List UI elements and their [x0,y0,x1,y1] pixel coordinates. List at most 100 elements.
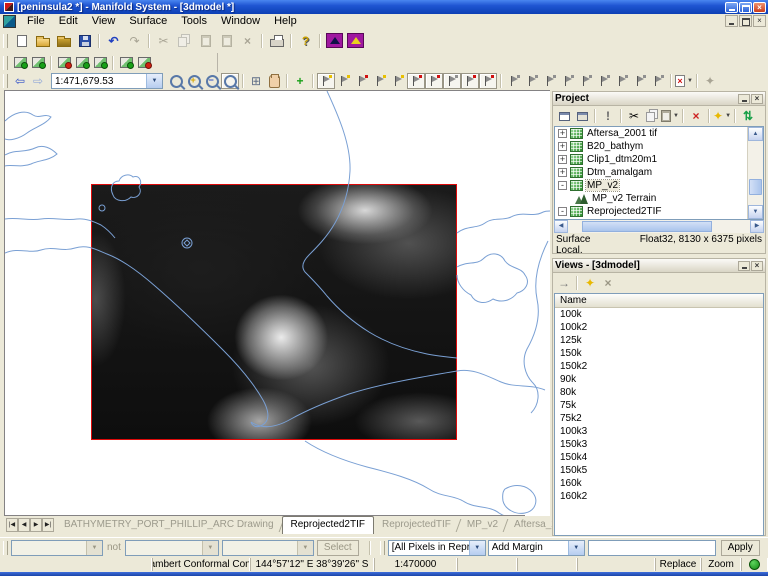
pan-button[interactable] [265,73,283,89]
project-paste-button[interactable]: ▼ [661,108,679,124]
menu-tools[interactable]: Tools [174,15,214,27]
menu-help[interactable]: Help [267,15,304,27]
view-row-75k[interactable]: 75k [555,399,763,412]
terrain-view-button[interactable] [324,31,345,50]
view-row-90k[interactable]: 90k [555,373,763,386]
view-row-125k[interactable]: 125k [555,334,763,347]
view-row-150k4[interactable]: 150k4 [555,451,763,464]
scroll-right-icon[interactable]: ▶ [750,220,764,233]
mdi-minimize-button[interactable] [725,15,738,27]
view-row-100k3[interactable]: 100k3 [555,425,763,438]
flag-tool-17-button[interactable] [613,73,631,89]
tree-item-reprojected2tif[interactable]: - Reprojected2TIF [555,205,747,218]
project-copy-button[interactable] [643,108,661,124]
project-tree-vertical-scrollbar[interactable]: ▲ ▼ [747,127,763,219]
model-view-button[interactable] [345,31,366,50]
flag-tool-8-button[interactable] [443,73,461,89]
flag-tool-19-button[interactable] [649,73,667,89]
project-tree-horizontal-scrollbar[interactable]: ◀ ▶ [554,220,764,233]
paste-special-button[interactable] [216,31,237,50]
chevron-down-icon[interactable]: ▼ [687,78,693,84]
scrollbar-thumb[interactable] [749,179,762,195]
surface-tool-6-button[interactable] [117,55,135,71]
menu-view[interactable]: View [85,15,123,27]
zoom-extents-button[interactable]: ⊞ [247,73,265,89]
menu-window[interactable]: Window [214,15,267,27]
undo-button[interactable]: ↶ [103,31,124,50]
scroll-down-icon[interactable]: ▼ [748,205,763,219]
flag-tool-6-button[interactable] [407,73,425,89]
view-row-100k[interactable]: 100k [555,308,763,321]
surface-tool-4-button[interactable] [73,55,91,71]
project-refresh-button[interactable]: ⇅ [739,108,757,124]
first-tab-button[interactable]: |◀ [6,518,18,532]
view-row-150k5[interactable]: 150k5 [555,464,763,477]
print-button[interactable] [266,31,287,50]
tree-item-dtm-amalgam[interactable]: + Dtm_amalgam [555,166,747,179]
scope-combo[interactable]: [All Pixels in Reprojected2 ▼ [388,540,486,556]
properties-button[interactable]: ! [599,108,617,124]
chevron-down-icon[interactable]: ▼ [568,541,584,555]
flag-tool-18-button[interactable] [631,73,649,89]
flag-tool-15-button[interactable] [577,73,595,89]
import-button[interactable] [53,31,74,50]
flag-tool-3-button[interactable] [353,73,371,89]
surface-tool-3-button[interactable] [55,55,73,71]
mdi-restore-button[interactable] [739,15,752,27]
parameter-input[interactable] [588,540,716,556]
zoom-tool-button[interactable] [167,73,185,89]
project-minimize-button[interactable] [738,94,750,104]
close-button[interactable]: × [753,2,766,13]
forward-button[interactable]: ⇨ [29,73,47,89]
expander-icon[interactable]: + [558,129,567,138]
view-row-150k[interactable]: 150k [555,347,763,360]
mdi-close-button[interactable]: × [753,15,766,27]
tree-item-b20-bathym[interactable]: + B20_bathym [555,140,747,153]
flag-tool-16-button[interactable] [595,73,613,89]
project-panel-title-bar[interactable]: Project × [553,92,765,106]
apply-button[interactable]: Apply [721,540,760,556]
surface-tool-2-button[interactable] [29,55,47,71]
flag-tool-11-button[interactable] [505,73,523,89]
expander-icon[interactable]: + [558,155,567,164]
expander-icon[interactable]: - [558,207,567,216]
tree-item-aftersa-2001tif[interactable]: + Aftersa_2001 tif [555,127,747,140]
close-component-button[interactable] [573,108,591,124]
tree-item-mp-v2-terrain[interactable]: MP_v2 Terrain [555,192,747,205]
menu-surface[interactable]: Surface [122,15,174,27]
project-create-button[interactable]: ✦▼ [713,108,731,124]
view-row-150k3[interactable]: 150k3 [555,438,763,451]
zoom-box-button[interactable] [221,73,239,89]
views-panel-title-bar[interactable]: Views - [3dmodel] × [553,259,765,273]
scroll-up-icon[interactable]: ▲ [748,127,763,141]
flag-tool-9-button[interactable] [461,73,479,89]
project-cut-button[interactable]: ✂ [625,108,643,124]
tab-reprojectedtif[interactable]: ReprojectedTIF [374,516,459,534]
flag-tool-5-button[interactable] [389,73,407,89]
chevron-down-icon[interactable]: ▼ [469,541,485,555]
new-view-button[interactable]: ✦ [581,275,599,291]
open-button[interactable] [32,31,53,50]
edit-add-button[interactable]: + [291,73,309,89]
next-tab-button[interactable]: ▶ [30,518,42,532]
menu-edit[interactable]: Edit [52,15,85,27]
scroll-left-icon[interactable]: ◀ [554,220,568,233]
help-button[interactable]: ? [295,31,316,50]
clear-flags-button[interactable]: ×▼ [675,73,693,89]
redo-button[interactable]: ↷ [124,31,145,50]
project-delete-button[interactable]: × [687,108,705,124]
flag-tool-14-button[interactable] [559,73,577,89]
tab-mp-v2[interactable]: MP_v2 [459,516,506,534]
minimize-button[interactable] [725,2,738,13]
view-row-80k[interactable]: 80k [555,386,763,399]
prev-tab-button[interactable]: ◀ [18,518,30,532]
views-minimize-button[interactable] [738,261,750,271]
cut-button[interactable]: ✂ [153,31,174,50]
flag-tool-10-button[interactable] [479,73,497,89]
save-button[interactable] [74,31,95,50]
project-close-button[interactable]: × [751,94,763,104]
last-tab-button[interactable]: ▶| [42,518,54,532]
scrollbar-thumb[interactable] [582,221,712,232]
flag-tool-12-button[interactable] [523,73,541,89]
tree-item-reprojected2tif-terrain[interactable]: Reprojected2TIF Terrain [555,218,747,219]
